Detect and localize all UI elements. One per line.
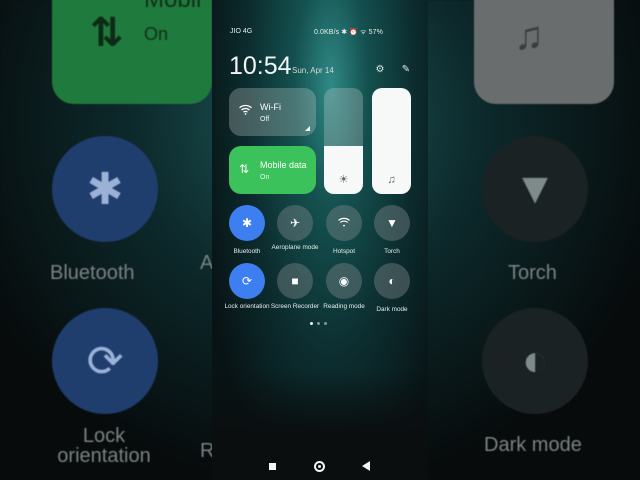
- brightness-fill: [324, 146, 363, 194]
- data-arrows-icon: ⇅: [239, 162, 250, 176]
- music-note-icon: ♫: [387, 174, 396, 186]
- bg-mobile-data-state: On: [144, 24, 169, 44]
- bg-mobile-data-title: Mobil: [144, 0, 201, 14]
- expand-corner-icon: [305, 126, 310, 131]
- page-dot[interactable]: [310, 322, 313, 325]
- wifi-tile-name: Wi-Fi: [260, 102, 281, 112]
- hotspot-icon: [338, 216, 350, 230]
- wifi-tile-state: Off: [260, 116, 270, 123]
- dark-mode-label: Dark mode: [376, 306, 408, 313]
- torch-icon: ▼: [386, 216, 398, 230]
- hotspot-toggle[interactable]: [326, 205, 362, 241]
- bg-label-lock: Lock orientation: [57, 425, 151, 467]
- mobile-data-tile[interactable]: ⇅ Mobile data On: [229, 146, 316, 194]
- screen: ⇅ Mobil On ♫ ✱ ▼ ⟳ ◐ Bluetooth Torch Loc…: [0, 0, 640, 480]
- rotation-lock-icon: ⟳: [241, 274, 253, 288]
- bg-bluetooth-icon: ✱: [52, 136, 158, 242]
- status-icons: 0.0KB/s ✱ ⏰ ᯤ 57%: [314, 29, 383, 36]
- clock: 10:54: [229, 52, 292, 80]
- lock-orientation-toggle[interactable]: ⟳: [229, 263, 265, 299]
- bg-music-note-icon: ♫: [514, 14, 544, 58]
- screen-recorder-label: Screen Recorder: [270, 303, 320, 310]
- dark-mode-toggle[interactable]: ◐: [374, 263, 410, 299]
- bg-data-arrows-icon: ⇅: [90, 11, 124, 55]
- bluetooth-toggle[interactable]: ✱: [229, 205, 265, 241]
- airplane-icon: ✈: [289, 216, 301, 230]
- page-indicator: [310, 322, 327, 325]
- dark-mode-icon: ◐: [388, 274, 396, 288]
- screen-recorder-toggle[interactable]: ■: [277, 263, 313, 299]
- gear-icon[interactable]: ⚙: [374, 64, 386, 76]
- brightness-slider[interactable]: ☀: [324, 88, 363, 194]
- torch-toggle[interactable]: ▼: [374, 205, 410, 241]
- bg-dark-mode-icon: ◐: [482, 308, 588, 414]
- carrier-label: JIO 4G: [230, 28, 253, 35]
- volume-slider[interactable]: ♫: [372, 88, 411, 194]
- wifi-tile[interactable]: Wi-Fi Off: [229, 88, 316, 136]
- mobile-data-tile-name: Mobile data: [260, 160, 307, 170]
- bg-mobile-data-tile: ⇅ Mobil On: [52, 0, 212, 104]
- aeroplane-label: Aeroplane mode: [271, 244, 319, 251]
- bg-label-bluetooth: Bluetooth: [50, 262, 135, 284]
- bg-volume-tile: ♫: [474, 0, 614, 104]
- edit-icon[interactable]: ✎: [400, 64, 412, 76]
- bg-rotation-lock-icon: ⟳: [52, 308, 158, 414]
- bluetooth-icon: ✱: [241, 216, 253, 230]
- date-label: Sun, Apr 14: [292, 66, 334, 75]
- home-button[interactable]: [314, 461, 325, 472]
- back-button[interactable]: [362, 461, 370, 471]
- bg-torch-icon: ▼: [482, 136, 588, 242]
- control-center: JIO 4G 0.0KB/s ✱ ⏰ ᯤ 57% 10:54 Sun, Apr …: [212, 0, 428, 480]
- recents-button[interactable]: [269, 463, 276, 470]
- reading-mode-toggle[interactable]: ◉: [326, 263, 362, 299]
- aeroplane-toggle[interactable]: ✈: [277, 205, 313, 241]
- bg-label-dark-mode: Dark mode: [484, 434, 582, 456]
- wifi-icon: [239, 104, 252, 118]
- mobile-data-tile-state: On: [260, 174, 270, 181]
- torch-label: Torch: [384, 248, 400, 255]
- page-dot[interactable]: [324, 322, 327, 325]
- bg-label-torch: Torch: [508, 262, 557, 284]
- sun-icon: ☀: [338, 174, 349, 186]
- video-camera-icon: ■: [291, 274, 299, 288]
- page-dot[interactable]: [317, 322, 320, 325]
- eye-icon: ◉: [338, 274, 350, 288]
